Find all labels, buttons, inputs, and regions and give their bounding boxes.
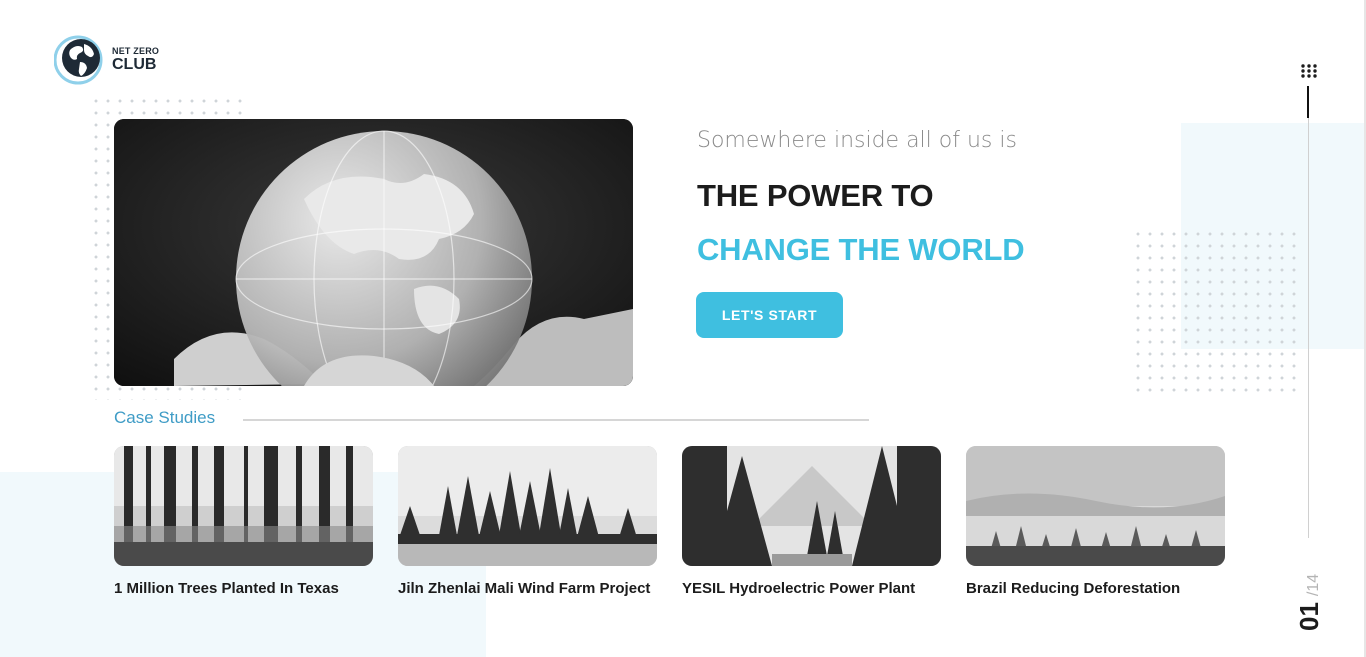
brand-name-top: NET ZERO [112, 46, 160, 56]
case-study-image-valley [682, 446, 941, 566]
case-study-image-forest [114, 446, 373, 566]
case-study-title: 1 Million Trees Planted In Texas [114, 580, 339, 597]
case-study-image-lake [398, 446, 657, 566]
case-study-card[interactable]: YESIL Hydroelectric Power Plant [682, 446, 941, 601]
menu-grid-icon[interactable] [1300, 63, 1318, 79]
case-studies-heading: Case Studies [114, 408, 216, 427]
lets-start-button[interactable]: LET'S START [696, 292, 843, 338]
case-study-image-misty-forest [966, 446, 1225, 566]
case-study-title: YESIL Hydroelectric Power Plant [682, 580, 916, 597]
progress-line-track [1308, 118, 1309, 538]
case-study-card[interactable]: Jiln Zhenlai Mali Wind Farm Project [398, 446, 657, 601]
current-slide-number: 01 [1294, 602, 1324, 631]
progress-line-active [1307, 86, 1309, 118]
brand-name-bottom: CLUB [112, 56, 157, 73]
hero-subtitle: Somewhere inside all of us is [697, 128, 1017, 153]
pager-separator: / [1305, 591, 1322, 597]
hero-image [114, 119, 633, 386]
slide-pager: 01 /14 [1290, 555, 1330, 633]
case-study-card[interactable]: Brazil Reducing Deforestation [966, 446, 1225, 601]
brand-logo[interactable]: NET ZERO CLUB [54, 32, 159, 88]
hero-title-line2: CHANGE THE WORLD [697, 232, 1025, 267]
divider-line [243, 419, 869, 421]
case-study-card[interactable]: 1 Million Trees Planted In Texas [114, 446, 373, 601]
case-study-title: Brazil Reducing Deforestation [966, 580, 1181, 597]
hero-title-line1: THE POWER TO [697, 178, 934, 213]
globe-icon [54, 35, 103, 85]
total-slide-number: 14 [1305, 573, 1322, 592]
dot-pattern-right [1132, 228, 1300, 394]
case-study-title: Jiln Zhenlai Mali Wind Farm Project [398, 580, 651, 597]
